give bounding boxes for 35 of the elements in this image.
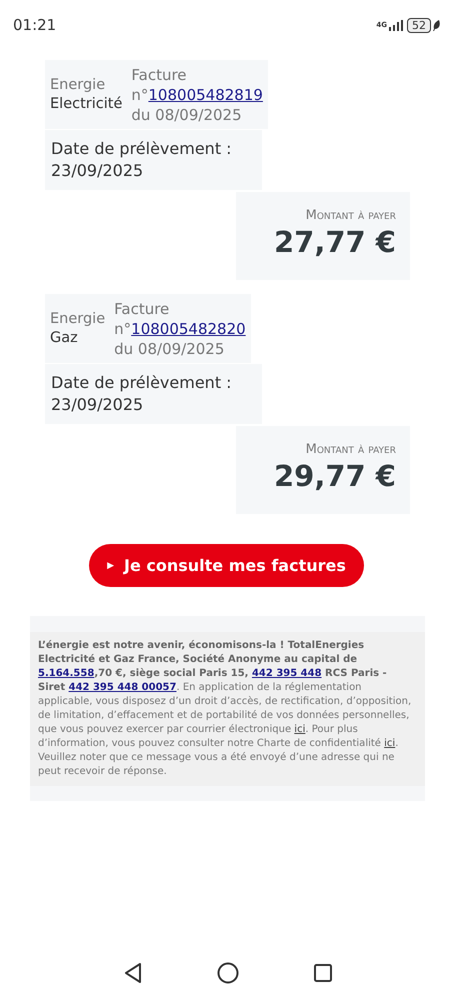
invoice-date: du 08/09/2025 <box>114 339 226 359</box>
debit-label: Date de prélèvement : <box>51 138 232 160</box>
invoice-number-line: n°108005482819 <box>131 85 263 105</box>
debit-label: Date de prélèvement : <box>51 372 232 394</box>
leaf-icon <box>433 20 441 30</box>
link[interactable]: 5.164.558 <box>38 668 94 679</box>
amount-value: 27,77 € <box>274 225 396 259</box>
amount-value: 29,77 € <box>274 459 396 493</box>
debit-date: 23/09/2025 <box>51 160 144 182</box>
energy-type: Electricité <box>50 95 122 114</box>
invoice-link[interactable]: 108005482819 <box>148 86 263 104</box>
energy-type: Gaz <box>50 329 79 348</box>
invoice-link[interactable]: 108005482820 <box>131 320 246 338</box>
link[interactable]: 442 395 448 00057 <box>68 682 176 693</box>
invoice-label: Facture <box>131 65 188 85</box>
clock: 01:21 <box>13 16 56 34</box>
link[interactable]: ici <box>294 724 306 735</box>
battery-level: 52 <box>407 18 431 32</box>
invoice-date: du 08/09/2025 <box>131 105 243 125</box>
signal-icon <box>389 20 403 30</box>
back-icon[interactable] <box>124 963 142 983</box>
debit-date: 23/09/2025 <box>51 394 144 416</box>
play-icon: ▶ <box>107 560 114 570</box>
invoice-number-line: n°108005482820 <box>114 319 246 339</box>
recents-icon[interactable] <box>314 964 332 982</box>
link[interactable]: ici <box>384 738 396 749</box>
amount-label: Montant à payer <box>306 442 396 457</box>
home-icon[interactable] <box>216 962 238 984</box>
energy-label: Energie <box>50 310 106 329</box>
energy-label: Energie <box>50 76 106 95</box>
invoice-label: Facture <box>114 299 170 319</box>
amount-label: Montant à payer <box>306 208 396 223</box>
consult-invoices-button[interactable]: ▶ Je consulte mes factures <box>89 544 364 587</box>
legal-notice: L’énergie est notre avenir, économisons-la ! TotalEnergies Electricité et Gaz France, Société Anonyme au capital de 5.164.558,70 €, siège social Paris 15, 442 395 448 RCS Paris - Siret 442 395 448 00057. En application de la réglementation applicable, vous disposez d’un droit d’accès, de rectification, d’opposition, de limitation, d’effacement et de portabilité de vos données personnelles, que vous pouvez exercer par courrier électronique ici. Pour plus d’information, vous pouvez consulter notre Charte de confidentialité ici. Veuillez noter que ce message vous a été envoyé d’une adresse qui ne peut recevoir de réponse. <box>38 639 412 779</box>
link[interactable]: 442 395 448 <box>252 668 322 679</box>
